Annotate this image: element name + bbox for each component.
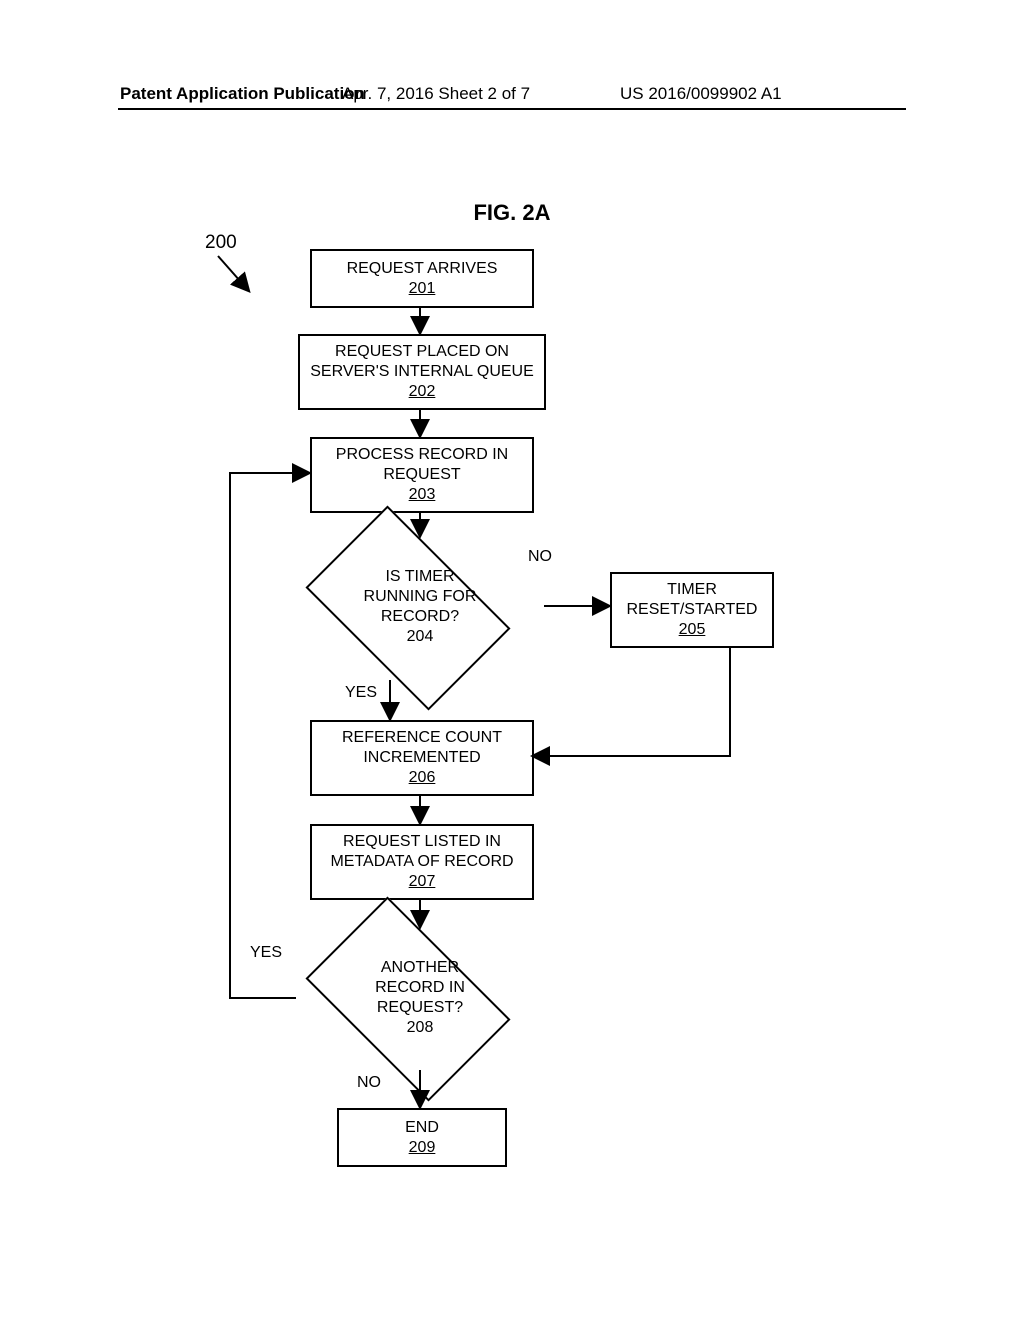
flow-arrows bbox=[0, 0, 1024, 1320]
